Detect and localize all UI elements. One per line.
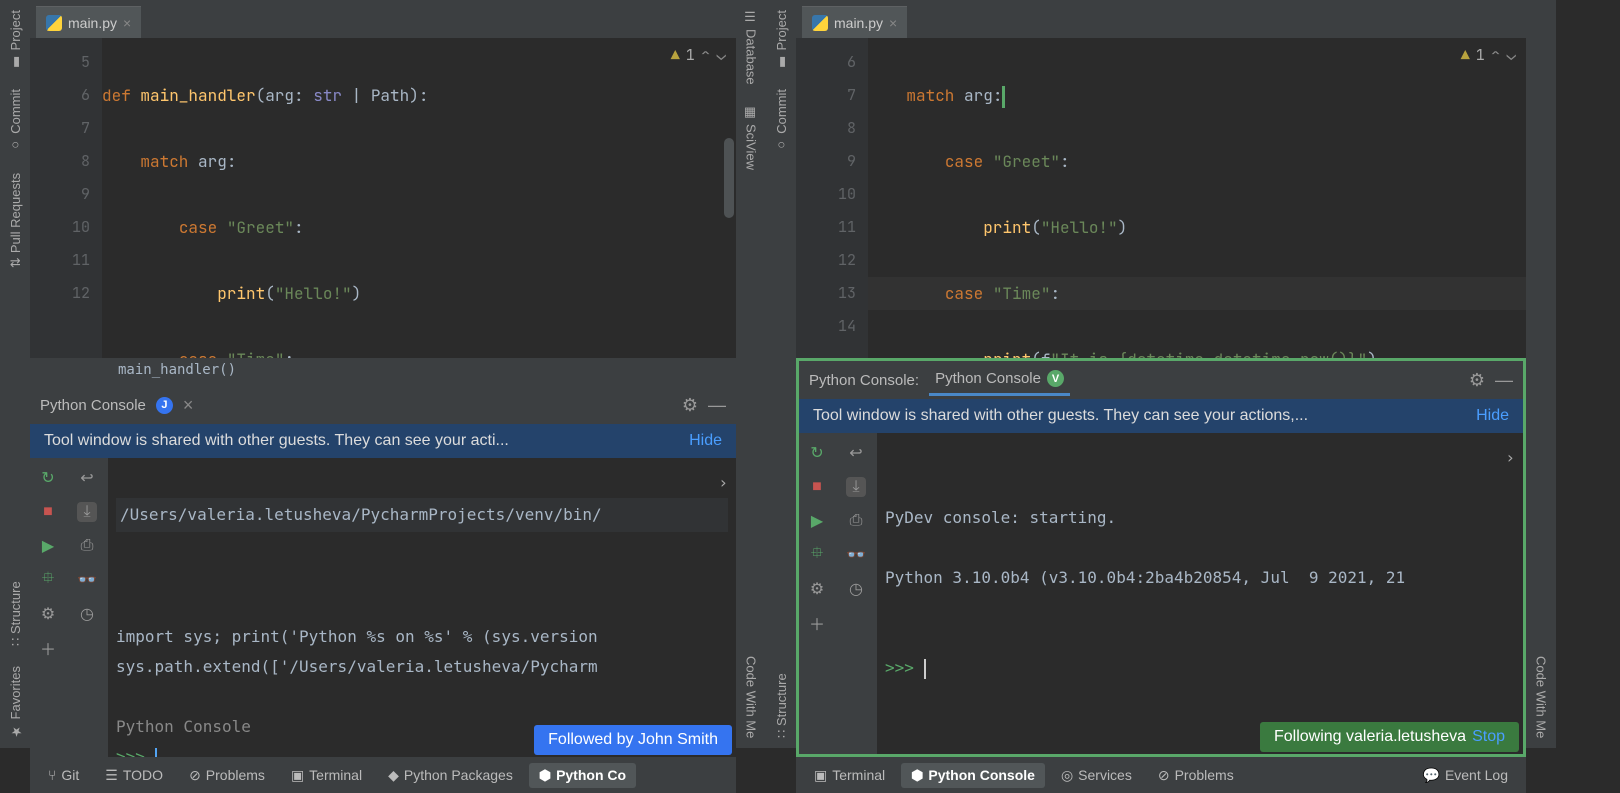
console-output[interactable]: /Users/valeria.letusheva/PycharmProjects… (108, 458, 736, 757)
code-editor[interactable]: 56 78 910 1112 def main_handler(arg: str… (30, 38, 736, 358)
following-badge[interactable]: Following valeria.letushevaStop (1260, 722, 1519, 752)
rerun-icon[interactable]: ↻ (807, 443, 827, 463)
tab-label: main.py (834, 15, 883, 31)
status-problems[interactable]: ⊘ Problems (1148, 767, 1244, 784)
add-icon[interactable]: ＋ (807, 613, 827, 633)
rerun-icon[interactable]: ↻ (38, 468, 58, 488)
right-sidebar-codewithme[interactable]: Code With Me (1531, 646, 1552, 748)
stop-following-link[interactable]: Stop (1472, 728, 1505, 745)
tab-main-py[interactable]: main.py × (802, 6, 907, 38)
gear-icon[interactable]: ⚙ (682, 395, 698, 416)
history-icon[interactable]: ◷ (846, 579, 866, 599)
watch-icon[interactable]: 👓 (77, 570, 97, 590)
print-icon[interactable]: ⎙ (846, 511, 866, 531)
status-todo[interactable]: ☰ TODO (95, 767, 173, 784)
history-icon[interactable]: ◷ (77, 604, 97, 624)
gear-icon[interactable]: ⚙ (1469, 370, 1485, 391)
status-problems[interactable]: ⊘ Problems (179, 767, 275, 784)
console-tab[interactable]: Python Console V (929, 364, 1070, 396)
editor-tab-bar: main.py × (30, 0, 736, 38)
sidebar-commit[interactable]: ○ Commit (5, 79, 26, 163)
status-bar: ▣ Terminal ⬢ Python Console ◎ Services ⊘… (796, 757, 1526, 793)
console-output[interactable]: › PyDev console: starting. Python 3.10.0… (877, 433, 1523, 754)
python-console-panel: Python Console J × ⚙ — Tool window is sh… (30, 386, 736, 757)
stop-icon[interactable]: ■ (38, 502, 58, 522)
run-icon[interactable]: ▶ (807, 511, 827, 531)
chevron-right-icon[interactable]: › (1505, 443, 1515, 473)
user-badge-j[interactable]: J (156, 397, 173, 414)
scroll-to-end-icon[interactable]: ⤓ (77, 502, 97, 522)
sidebar-favorites[interactable]: ★ Favorites (5, 656, 26, 748)
status-event-log[interactable]: 💬 Event Log (1413, 767, 1519, 784)
debug-icon[interactable]: ⯐ (38, 570, 58, 590)
chevron-up-icon[interactable]: ⌃ (1491, 44, 1501, 65)
python-file-icon (812, 15, 828, 31)
run-icon[interactable]: ▶ (38, 536, 58, 556)
console-title: Python Console: (809, 372, 919, 389)
hide-link[interactable]: Hide (1476, 407, 1509, 425)
status-bar: ⑂ Git ☰ TODO ⊘ Problems ▣ Terminal ◆ Pyt… (30, 757, 736, 793)
console-title: Python Console (40, 397, 146, 414)
status-python-packages[interactable]: ◆ Python Packages (378, 767, 523, 784)
breadcrumb[interactable]: main_handler() (30, 358, 736, 386)
status-terminal[interactable]: ▣ Terminal (281, 767, 372, 784)
sidebar-project[interactable]: ▮ Project (5, 0, 26, 79)
right-sidebar-database[interactable]: ☰ Database (741, 0, 762, 95)
settings-icon[interactable]: ⚙ (807, 579, 827, 599)
close-icon[interactable]: × (889, 15, 897, 31)
warning-count: 1 (686, 45, 695, 65)
shared-info-bar: Tool window is shared with other guests.… (30, 424, 736, 458)
python-console-panel: Python Console: Python Console V ⚙ — Too… (796, 358, 1526, 757)
right-sidebar-sciview[interactable]: ▦ SciView (741, 95, 762, 180)
hide-link[interactable]: Hide (689, 432, 722, 450)
user-badge-v: V (1047, 370, 1064, 387)
sidebar-structure[interactable]: ∷ Structure (5, 571, 26, 656)
minimize-icon[interactable]: — (1495, 370, 1513, 391)
status-python-console[interactable]: ⬢ Python Co (529, 763, 636, 788)
chevron-down-icon[interactable]: ⌄ (716, 44, 726, 65)
status-terminal[interactable]: ▣ Terminal (804, 767, 895, 784)
sidebar-project[interactable]: ▮ Project (771, 0, 792, 79)
warning-icon[interactable]: ▲ (671, 45, 680, 65)
followed-badge[interactable]: Followed by John Smith (534, 725, 732, 755)
scroll-to-end-icon[interactable]: ⤓ (846, 477, 866, 497)
status-git[interactable]: ⑂ Git (38, 767, 89, 783)
sidebar-commit[interactable]: ○ Commit (771, 79, 792, 163)
editor-tab-bar: main.py × (796, 0, 1526, 38)
tab-main-py[interactable]: main.py × (36, 6, 141, 38)
settings-icon[interactable]: ⚙ (38, 604, 58, 624)
minimize-icon[interactable]: — (708, 395, 726, 416)
close-icon[interactable]: × (183, 395, 194, 416)
python-file-icon (46, 15, 62, 31)
watch-icon[interactable]: 👓 (846, 545, 866, 565)
code-editor[interactable]: 67 89 1011 1213 14 match arg: case "Gree… (796, 38, 1526, 358)
chevron-down-icon[interactable]: ⌄ (1506, 44, 1516, 65)
line-gutter: 67 89 1011 1213 14 (796, 38, 868, 358)
stop-icon[interactable]: ■ (807, 477, 827, 497)
warning-icon[interactable]: ▲ (1461, 45, 1470, 65)
line-gutter: 56 78 910 1112 (30, 38, 102, 358)
status-services[interactable]: ◎ Services (1051, 767, 1142, 784)
add-icon[interactable]: ＋ (38, 638, 58, 658)
sidebar-pull-requests[interactable]: ⇅ Pull Requests (5, 163, 26, 278)
right-sidebar-codewithme[interactable]: Code With Me (741, 646, 762, 748)
print-icon[interactable]: ⎙ (77, 536, 97, 556)
chevron-right-icon[interactable]: › (718, 468, 728, 498)
scrollbar[interactable] (724, 138, 734, 218)
close-icon[interactable]: × (123, 15, 131, 31)
sidebar-structure[interactable]: ∷ Structure (771, 663, 792, 748)
softwrap-icon[interactable]: ↩ (846, 443, 866, 463)
debug-icon[interactable]: ⯐ (807, 545, 827, 565)
tab-label: main.py (68, 15, 117, 31)
warning-count: 1 (1476, 45, 1485, 65)
chevron-up-icon[interactable]: ⌃ (701, 44, 711, 65)
status-python-console[interactable]: ⬢ Python Console (901, 763, 1045, 788)
softwrap-icon[interactable]: ↩ (77, 468, 97, 488)
